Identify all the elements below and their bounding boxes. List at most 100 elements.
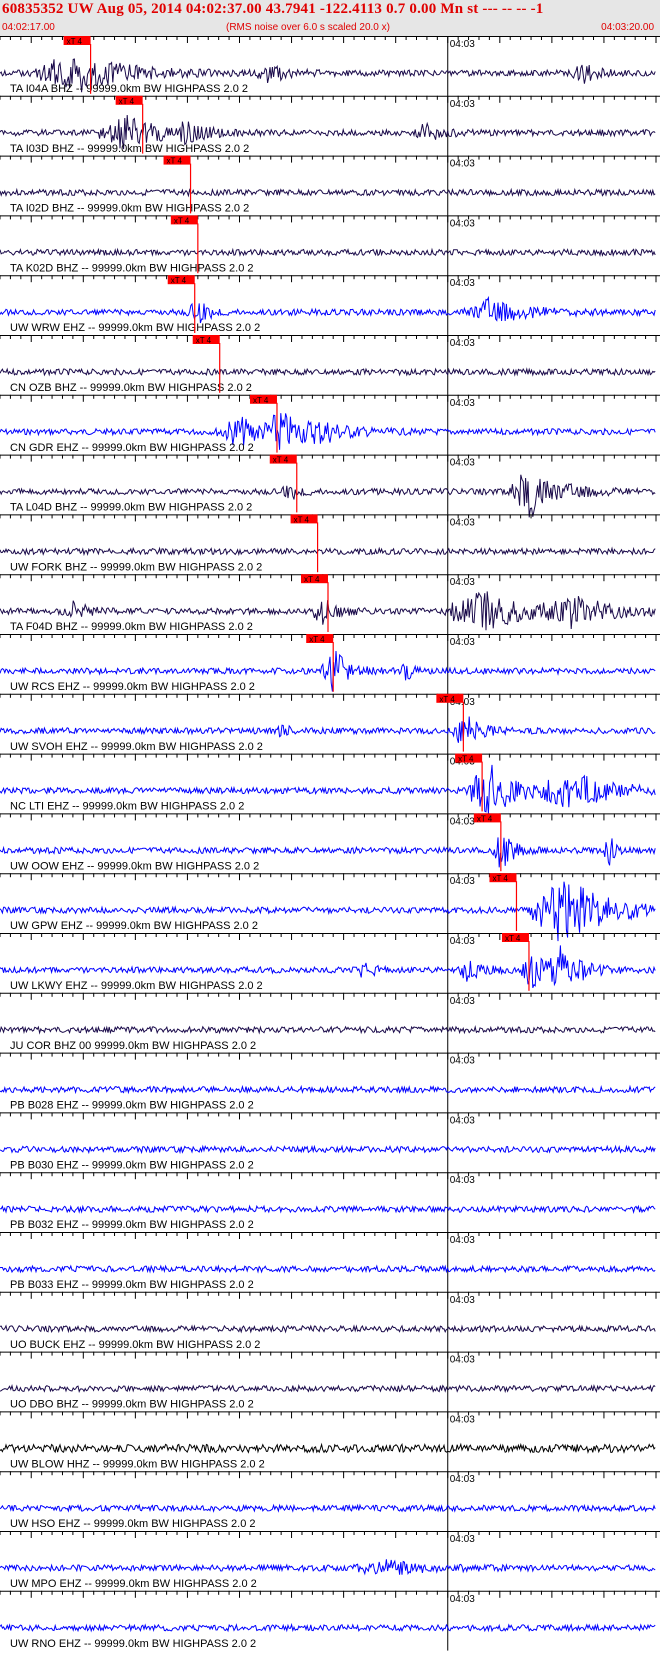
minute-label: 04:03 [450, 338, 475, 349]
end-time: 04:03:20.00 [601, 22, 654, 33]
station-label: TA I04A BHZ -- 99999.0km BW HIGHPASS 2.0… [10, 83, 248, 95]
station-label: UW BLOW HHZ -- 99999.0km BW HIGHPASS 2.0… [10, 1458, 265, 1470]
trace-panel: 04:03 UW LKWY EHZ -- 99999.0km BW HIGHPAS… [0, 933, 660, 993]
station-label: UW OOW EHZ -- 99999.0km BW HIGHPASS 2.0 … [10, 860, 259, 872]
pick-label: xT 4 [304, 575, 320, 584]
start-time: 04:02:17.00 [2, 22, 55, 33]
pick-label: xT 4 [309, 635, 325, 644]
minute-label: 04:03 [450, 159, 475, 170]
trace-panel: 04:03UW SVOH EHZ -- 99999.0km BW HIGHPAS… [0, 693, 660, 754]
trace-panel: 04:03 UW FORK BHZ -- 99999.0km BW HIGHPAS… [0, 514, 660, 575]
trace-panel: 04:03 UW HSO EHZ -- 99999.0km BW HIGHPASS… [0, 1471, 660, 1531]
trace-panel: 04:03 PB B030 EHZ -- 99999.0km BW HIGHPAS… [0, 1112, 660, 1173]
minute-label: 04:03 [450, 1414, 475, 1425]
waveform [0, 1084, 656, 1095]
minute-label: 04:03 [450, 218, 475, 229]
station-label: PB B032 EHZ -- 99999.0km BW HIGHPASS 2.0… [10, 1219, 254, 1231]
waveform [0, 716, 656, 743]
trace-panel: 04:03 PB B028 EHZ -- 99999.0km BW HIGHPAS… [0, 1052, 660, 1113]
pick-label: xT 4 [492, 874, 508, 883]
waveform [0, 1559, 656, 1576]
trace-panel: 04:03 TA F04D BHZ -- 99999.0km BW HIGHPAS… [0, 574, 660, 634]
waveform [0, 1622, 656, 1633]
minute-label: 04:03 [450, 1295, 475, 1306]
minute-label: 04:03 [450, 876, 475, 887]
trace-panel: 04:03 PB B032 EHZ -- 99999.0km BW HIGHPAS… [0, 1172, 660, 1232]
trace-panel: 04:03 TA I03D BHZ -- 99999.0km BW HIGHPAS… [0, 95, 660, 156]
header-bar: 60835352 UW Aug 05, 2014 04:02:37.00 43.… [0, 0, 660, 36]
minute-label: 04:03 [450, 398, 475, 409]
pick-label: xT 4 [119, 97, 135, 106]
pick-label: xT 4 [505, 934, 521, 943]
minute-label: 04:03 [450, 577, 475, 588]
station-label: UO BUCK EHZ -- 99999.0km BW HIGHPASS 2.0… [10, 1339, 260, 1351]
trace-panel: 04:03 TA I04A BHZ -- 99999.0km BW HIGHPAS… [0, 36, 660, 96]
station-label: PB B030 EHZ -- 99999.0km BW HIGHPASS 2.0… [10, 1159, 254, 1171]
waveform [0, 1324, 656, 1334]
station-label: UW WRW EHZ -- 99999.0km BW HIGHPASS 2.0 … [10, 322, 260, 334]
event-title: 60835352 UW Aug 05, 2014 04:02:37.00 43.… [2, 1, 544, 17]
station-label: UW RNO EHZ -- 99999.0km BW HIGHPASS 2.0 … [10, 1638, 256, 1650]
station-label: UW HSO EHZ -- 99999.0km BW HIGHPASS 2.0 … [10, 1518, 256, 1530]
station-label: TA F04D BHZ -- 99999.0km BW HIGHPASS 2.0… [10, 621, 253, 633]
station-label: CN GDR EHZ -- 99999.0km BW HIGHPASS 2.0 … [10, 442, 254, 454]
minute-label: 04:03 [450, 1235, 475, 1246]
minute-label: 04:03 [450, 816, 475, 827]
waveform [0, 1204, 656, 1214]
station-label: UW GPW EHZ -- 99999.0km BW HIGHPASS 2.0 … [10, 920, 258, 932]
trace-panel: 04:03 UO DBO BHZ -- 99999.0km BW HIGHPASS… [0, 1351, 660, 1412]
trace-panel: 04:03 UW RCS EHZ -- 99999.0km BW HIGHPASS… [0, 634, 660, 694]
pick-label: xT 4 [174, 216, 190, 225]
waveform [0, 295, 656, 324]
station-label: TA I02D BHZ -- 99999.0km BW HIGHPASS 2.0… [10, 203, 249, 215]
waveform [0, 247, 656, 258]
waveform [0, 1442, 656, 1455]
waveform [0, 1264, 656, 1274]
trace-panel: 04:03 PB B033 EHZ -- 99999.0km BW HIGHPAS… [0, 1232, 660, 1292]
station-label: UW FORK BHZ -- 99999.0km BW HIGHPASS 2.0… [10, 561, 262, 573]
minute-label: 04:03 [450, 1474, 475, 1485]
minute-label: 04:03 [450, 1175, 475, 1186]
pick-label: xT 4 [273, 456, 289, 465]
minute-label: 04:03 [450, 517, 475, 528]
waveform [0, 1503, 656, 1513]
waveform [0, 1383, 656, 1394]
trace-panel: 04:03 UW BLOW HHZ -- 99999.0km BW HIGHPAS… [0, 1411, 660, 1472]
trace-panel: 04:03 UW OOW EHZ -- 99999.0km BW HIGHPASS… [0, 813, 660, 874]
minute-label: 04:03 [450, 1355, 475, 1366]
minute-label: 04:03 [450, 1594, 475, 1605]
minute-label: 04:03 [450, 99, 475, 110]
pick-label: xT 4 [67, 37, 83, 46]
waveform [0, 1025, 656, 1035]
station-label: UW LKWY EHZ -- 99999.0km BW HIGHPASS 2.0… [10, 980, 263, 992]
minute-label: 04:03 [450, 1115, 475, 1126]
station-label: PB B028 EHZ -- 99999.0km BW HIGHPASS 2.0… [10, 1100, 254, 1112]
minute-label: 04:03 [450, 637, 475, 648]
pick-label: xT 4 [171, 276, 187, 285]
station-label: UW RCS EHZ -- 99999.0km BW HIGHPASS 2.0 … [10, 681, 255, 693]
trace-panel: 04:03 CN OZB BHZ -- 99999.0km BW HIGHPASS… [0, 335, 660, 395]
minute-label: 04:03 [450, 458, 475, 469]
trace-panel: 04:03 UW RNO EHZ -- 99999.0km BW HIGHPASS… [0, 1590, 660, 1651]
station-label: TA I03D BHZ -- 99999.0km BW HIGHPASS 2.0… [10, 143, 249, 155]
waveform [0, 546, 656, 557]
trace-panel: 04:03 UO BUCK EHZ -- 99999.0km BW HIGHPAS… [0, 1291, 660, 1352]
trace-panel: 04:03 CN GDR EHZ -- 99999.0km BW HIGHPASS… [0, 394, 660, 455]
station-label: UO DBO BHZ -- 99999.0km BW HIGHPASS 2.0 … [10, 1399, 254, 1411]
minute-label: 04:03 [450, 1534, 475, 1545]
station-label: UW SVOH EHZ -- 99999.0km BW HIGHPASS 2.0… [10, 741, 263, 753]
pick-label: xT 4 [477, 814, 493, 823]
station-label: TA K02D BHZ -- 99999.0km BW HIGHPASS 2.0… [10, 262, 254, 274]
pick-label: xT 4 [196, 336, 212, 345]
minute-label: 04:03 [450, 278, 475, 289]
seismogram-plot: 04:03 TA I04A BHZ -- 99999.0km BW HIGHPAS… [0, 36, 660, 1651]
trace-panel: 04:03 TA L04D BHZ -- 99999.0km BW HIGHPAS… [0, 454, 660, 518]
station-label: JU COR BHZ 00 99999.0km BW HIGHPASS 2.0 … [10, 1040, 256, 1052]
pick-label: xT 4 [253, 396, 269, 405]
trace-panel: 04:03 UW GPW EHZ -- 99999.0km BW HIGHPASS… [0, 873, 660, 942]
pick-label: xT 4 [458, 755, 474, 764]
waveform [0, 367, 656, 377]
trace-panel: 04:03 JU COR BHZ 00 99999.0km BW HIGHPASS… [0, 992, 660, 1053]
station-label: NC LTI EHZ -- 99999.0km BW HIGHPASS 2.0 … [10, 801, 244, 813]
minute-label: 04:03 [450, 39, 475, 50]
